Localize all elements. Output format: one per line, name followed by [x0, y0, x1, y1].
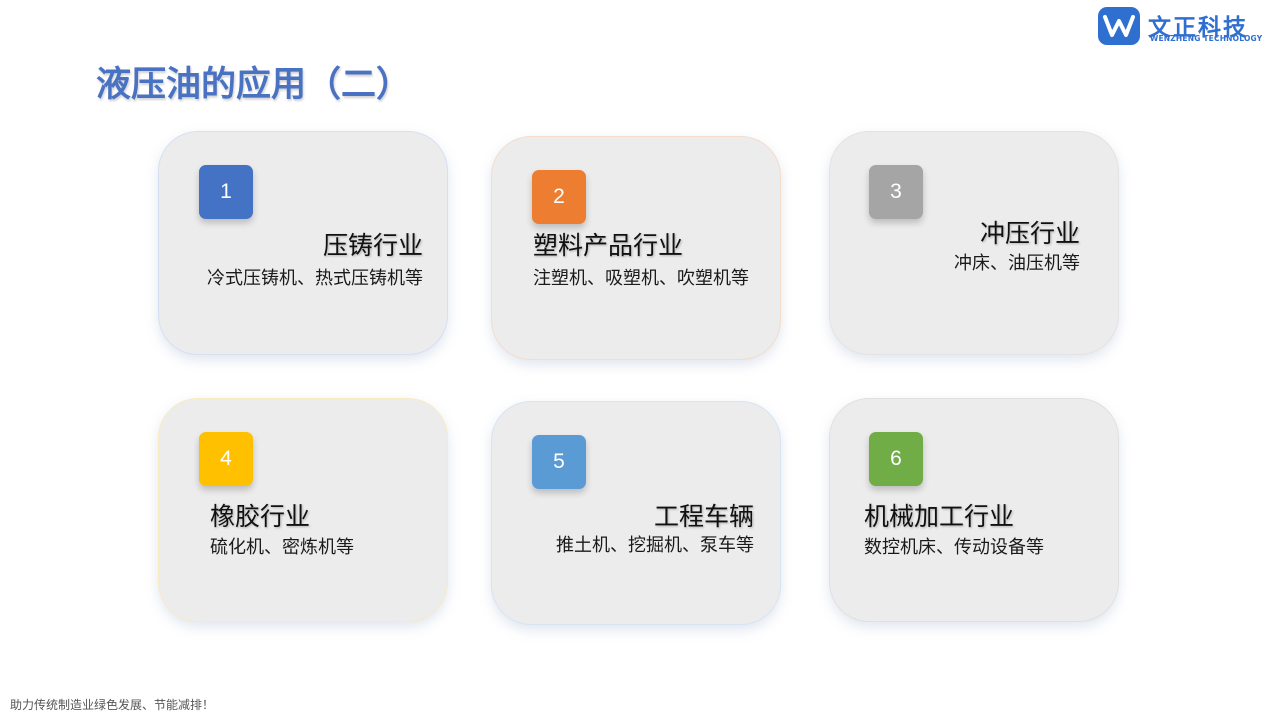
page-title: 液压油的应用（二）	[96, 65, 412, 105]
card-engineering-vehicles: 5 工程车辆 推土机、挖掘机、泵车等	[491, 401, 781, 625]
brand-name-en: WENZHENG TECHNOLOGY	[1150, 34, 1263, 43]
card-description: 硫化机、密炼机等	[210, 537, 354, 558]
card-title: 机械加工行业	[864, 502, 1015, 531]
card-title: 塑料产品行业	[533, 231, 684, 260]
card-stamping: 3 冲压行业 冲床、油压机等	[829, 131, 1119, 355]
card-plastics: 2 塑料产品行业 注塑机、吸塑机、吹塑机等	[491, 136, 781, 360]
number-badge: 5	[532, 435, 586, 489]
company-logo: 文正科技 WENZHENG TECHNOLOGY	[1098, 6, 1270, 48]
card-title: 工程车辆	[653, 502, 754, 531]
number-badge: 4	[199, 432, 253, 486]
card-rubber: 4 橡胶行业 硫化机、密炼机等	[158, 398, 448, 622]
card-description: 冷式压铸机、热式压铸机等	[207, 268, 423, 289]
footer-slogan: 助力传统制造业绿色发展、节能减排！	[10, 698, 215, 712]
card-title: 橡胶行业	[210, 502, 311, 531]
number-badge: 2	[532, 170, 586, 224]
number-badge: 6	[869, 432, 923, 486]
card-title: 压铸行业	[322, 231, 423, 260]
number-badge: 1	[199, 165, 253, 219]
card-die-casting: 1 压铸行业 冷式压铸机、热式压铸机等	[158, 131, 448, 355]
logo-mark-icon	[1098, 7, 1140, 45]
number-badge: 3	[869, 165, 923, 219]
card-description: 数控机床、传动设备等	[864, 537, 1044, 558]
card-description: 推土机、挖掘机、泵车等	[556, 535, 754, 556]
card-machining: 6 机械加工行业 数控机床、传动设备等	[829, 398, 1119, 622]
card-description: 冲床、油压机等	[954, 253, 1080, 274]
card-description: 注塑机、吸塑机、吹塑机等	[533, 268, 749, 289]
card-title: 冲压行业	[979, 219, 1080, 248]
